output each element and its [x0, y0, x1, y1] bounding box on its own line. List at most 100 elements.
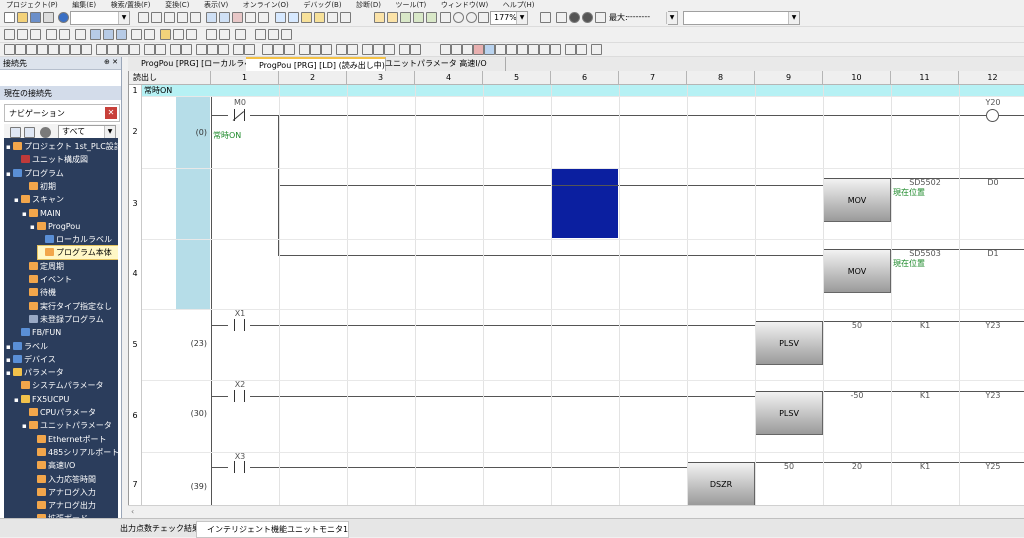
program-icon[interactable]	[17, 29, 28, 40]
format-icon[interactable]	[362, 44, 373, 55]
menu-help[interactable]: ヘルプ(H)	[503, 1, 535, 10]
tree-item[interactable]: FB/FUN	[14, 326, 118, 339]
tool-icon[interactable]	[591, 44, 602, 55]
tree-item[interactable]: 高速I/O	[30, 459, 118, 472]
list-icon[interactable]	[235, 29, 246, 40]
contact-icon[interactable]	[262, 44, 273, 55]
copy-icon[interactable]	[151, 12, 162, 23]
tool-icon[interactable]	[440, 44, 451, 55]
stop-icon[interactable]	[556, 12, 567, 23]
statement-icon[interactable]	[59, 29, 70, 40]
tool-icon[interactable]	[462, 44, 473, 55]
tool-icon[interactable]	[473, 44, 484, 55]
expand-toggle-icon[interactable]: ▪	[6, 168, 12, 181]
no-contact-icon[interactable]	[228, 461, 250, 473]
pulse-icon[interactable]	[118, 44, 129, 55]
tree-item[interactable]: ローカルラベル	[38, 233, 118, 246]
gear-icon[interactable]	[40, 127, 51, 138]
format-icon[interactable]	[399, 44, 410, 55]
new-icon[interactable]	[4, 12, 15, 23]
convert-all-icon[interactable]	[245, 12, 256, 23]
menu-debug[interactable]: デバッグ(B)	[303, 1, 341, 10]
step-icon[interactable]	[426, 12, 437, 23]
dev-icon[interactable]	[103, 29, 114, 40]
zoom-slider-icon[interactable]	[478, 12, 489, 23]
debug-icon[interactable]	[374, 12, 385, 23]
table-icon[interactable]	[255, 29, 266, 40]
pause-icon[interactable]	[582, 12, 593, 23]
buffer-icon[interactable]	[595, 12, 606, 23]
ladder-edit-icon[interactable]	[219, 12, 230, 23]
step-icon[interactable]	[413, 12, 424, 23]
expand-toggle-icon[interactable]: ▪	[14, 194, 20, 207]
arrow-icon[interactable]	[299, 44, 310, 55]
tree-item[interactable]: ▪ パラメータ	[6, 366, 118, 379]
search-icon[interactable]	[258, 12, 269, 23]
block-icon[interactable]	[347, 44, 358, 55]
expand-toggle-icon[interactable]: ▪	[6, 367, 12, 380]
zoom-out-icon[interactable]	[466, 12, 477, 23]
arrow-icon[interactable]	[131, 29, 142, 40]
save-icon[interactable]	[30, 12, 41, 23]
tool-icon[interactable]	[517, 44, 528, 55]
project-combo[interactable]: ▼	[70, 11, 130, 25]
grid-icon[interactable]	[75, 29, 86, 40]
contact-device[interactable]: M0	[225, 98, 255, 107]
dev-icon[interactable]	[116, 29, 127, 40]
menu-online[interactable]: オンライン(O)	[243, 1, 289, 10]
tool-icon[interactable]	[565, 44, 576, 55]
menu-window[interactable]: ウィンドウ(W)	[441, 1, 488, 10]
menu-find-replace[interactable]: 検索/置換(F)	[111, 1, 151, 10]
tree-item[interactable]: ▪ FX5UCPU	[14, 393, 118, 406]
line-icon[interactable]	[81, 44, 92, 55]
coil-icon[interactable]	[986, 109, 999, 122]
table-icon[interactable]	[281, 29, 292, 40]
zoom-fit-icon[interactable]	[440, 12, 451, 23]
no-contact-icon[interactable]	[228, 390, 250, 402]
menu-convert[interactable]: 変換(C)	[165, 1, 189, 10]
expand-toggle-icon[interactable]: ▪	[6, 341, 12, 354]
tool-icon[interactable]	[550, 44, 561, 55]
contact-or-nc-icon[interactable]	[37, 44, 48, 55]
tree-item[interactable]: 待機	[22, 286, 118, 299]
wire-icon[interactable]	[244, 44, 255, 55]
bracket-icon[interactable]	[181, 44, 192, 55]
tree-item[interactable]: アナログ入力	[30, 486, 118, 499]
expand-toggle-icon[interactable]: ▪	[30, 221, 36, 234]
no-contact-icon[interactable]	[228, 319, 250, 331]
line-icon[interactable]	[70, 44, 81, 55]
contact-device[interactable]: X1	[225, 309, 255, 318]
tool-icon[interactable]	[484, 44, 495, 55]
print-icon[interactable]	[43, 12, 54, 23]
table-icon[interactable]	[268, 29, 279, 40]
device-input[interactable]: ▼	[683, 11, 800, 25]
menu-view[interactable]: 表示(V)	[204, 1, 228, 10]
contact-no-icon[interactable]	[4, 44, 15, 55]
contact-nc-icon[interactable]	[15, 44, 26, 55]
help-icon[interactable]	[58, 12, 69, 23]
wire-icon[interactable]	[196, 44, 207, 55]
filter-select[interactable]: すべて ▼	[58, 125, 116, 139]
tool-icon[interactable]	[451, 44, 462, 55]
ladder-editor[interactable]: 読出し 常時ON (0) M0 常時ON Y20 MOV SD5502 現在位置…	[128, 71, 1024, 518]
tree-item[interactable]: Ethernetポート	[30, 433, 118, 446]
menu-diagnostics[interactable]: 診断(D)	[356, 1, 381, 10]
arrow-icon[interactable]	[144, 29, 155, 40]
open-icon[interactable]	[17, 12, 28, 23]
plsv-instruction-1[interactable]: PLSV	[755, 321, 823, 365]
monitor-stop-icon[interactable]	[314, 12, 325, 23]
comment-icon[interactable]	[46, 29, 57, 40]
debug-icon[interactable]	[387, 12, 398, 23]
wire-icon[interactable]	[233, 44, 244, 55]
redo-icon[interactable]	[190, 12, 201, 23]
tree-item[interactable]: 入力応答時間	[30, 473, 118, 486]
verify-icon[interactable]	[327, 12, 338, 23]
sim-icon[interactable]	[340, 12, 351, 23]
expand-toggle-icon[interactable]: ▪	[22, 420, 28, 433]
menu-edit[interactable]: 編集(E)	[72, 1, 96, 10]
cursor-block[interactable]	[551, 168, 618, 238]
project-icon[interactable]	[4, 29, 15, 40]
contact-icon[interactable]	[273, 44, 284, 55]
scroll-left-icon[interactable]: ‹	[131, 507, 134, 516]
expand-toggle-icon[interactable]: ▪	[14, 394, 20, 407]
